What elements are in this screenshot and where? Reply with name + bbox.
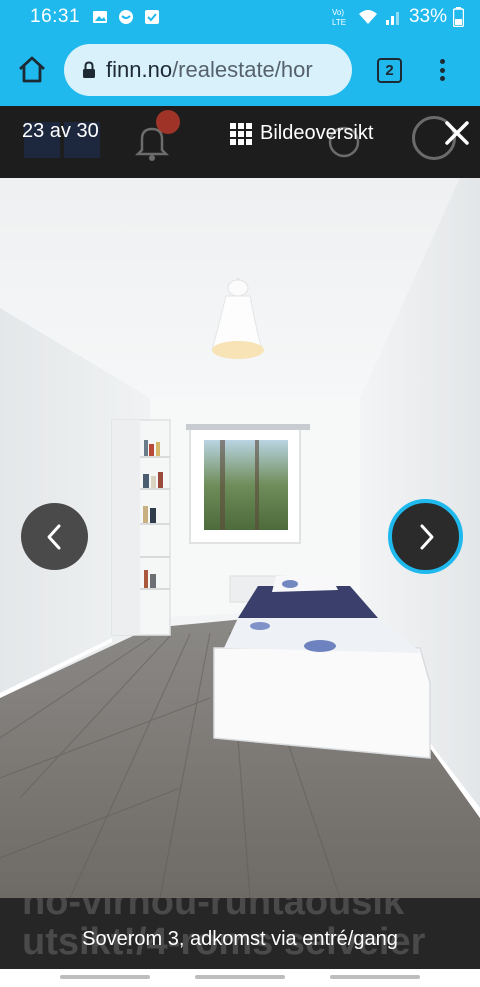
url-domain: finn.no [106, 57, 173, 82]
check-notification-icon [145, 10, 160, 24]
close-icon[interactable] [444, 120, 470, 146]
battery-percent: 33% [408, 6, 447, 27]
nav-home[interactable] [195, 975, 285, 979]
overview-label: Bildeoversikt [260, 122, 374, 144]
system-status: Vo) LTE 33% [331, 6, 464, 28]
tab-count: 2 [385, 62, 394, 79]
volte-icon: Vo)LTE [332, 8, 346, 27]
tabs-button[interactable]: 2 [377, 58, 402, 83]
notification-icons [92, 9, 160, 25]
next-image-button[interactable] [388, 499, 463, 574]
signal-icon [385, 12, 399, 25]
wifi-icon [358, 10, 377, 24]
gallery-notification-icon [93, 11, 108, 23]
system-nav-bar [0, 969, 480, 987]
lock-icon [83, 61, 95, 78]
nav-recents[interactable] [60, 975, 150, 979]
address-bar[interactable]: finn.no/realestate/hor [64, 44, 352, 96]
underlying-badge [156, 110, 180, 134]
url-text: finn.no/realestate/hor [106, 57, 313, 83]
grid-icon [230, 122, 252, 145]
svg-text:Vo): Vo) [332, 8, 344, 17]
prev-image-button[interactable] [21, 503, 88, 570]
more-vert-icon[interactable] [432, 56, 452, 84]
app-notification-icon [119, 10, 134, 24]
underlying-heading-partial: no-virnou-runtaousik [22, 898, 405, 923]
home-icon[interactable] [16, 54, 48, 86]
status-time: 16:31 [30, 6, 81, 27]
gallery-header: 23 av 30 Bildeoversikt [0, 106, 480, 178]
url-path: /realestate/hor [172, 57, 313, 82]
battery-icon [453, 7, 464, 27]
gallery-photo [0, 178, 480, 898]
image-caption: Soverom 3, adkomst via entré/gang [82, 928, 398, 950]
image-counter: 23 av 30 [22, 120, 99, 142]
chevron-left-icon [47, 524, 60, 549]
svg-text:LTE: LTE [332, 18, 346, 27]
overview-button[interactable]: Bildeoversikt [230, 122, 373, 145]
screen: 16:31 Vo) LTE 33% finn.no/realestate/hor … [0, 0, 480, 987]
status-bar: 16:31 Vo) LTE 33% [0, 0, 480, 34]
nav-back[interactable] [330, 975, 420, 979]
caption-bar: no-virnou-runtaousik utsikt!/4-roms selv… [0, 898, 480, 969]
chevron-right-icon [420, 524, 433, 549]
browser-toolbar: finn.no/realestate/hor 2 [0, 34, 480, 106]
